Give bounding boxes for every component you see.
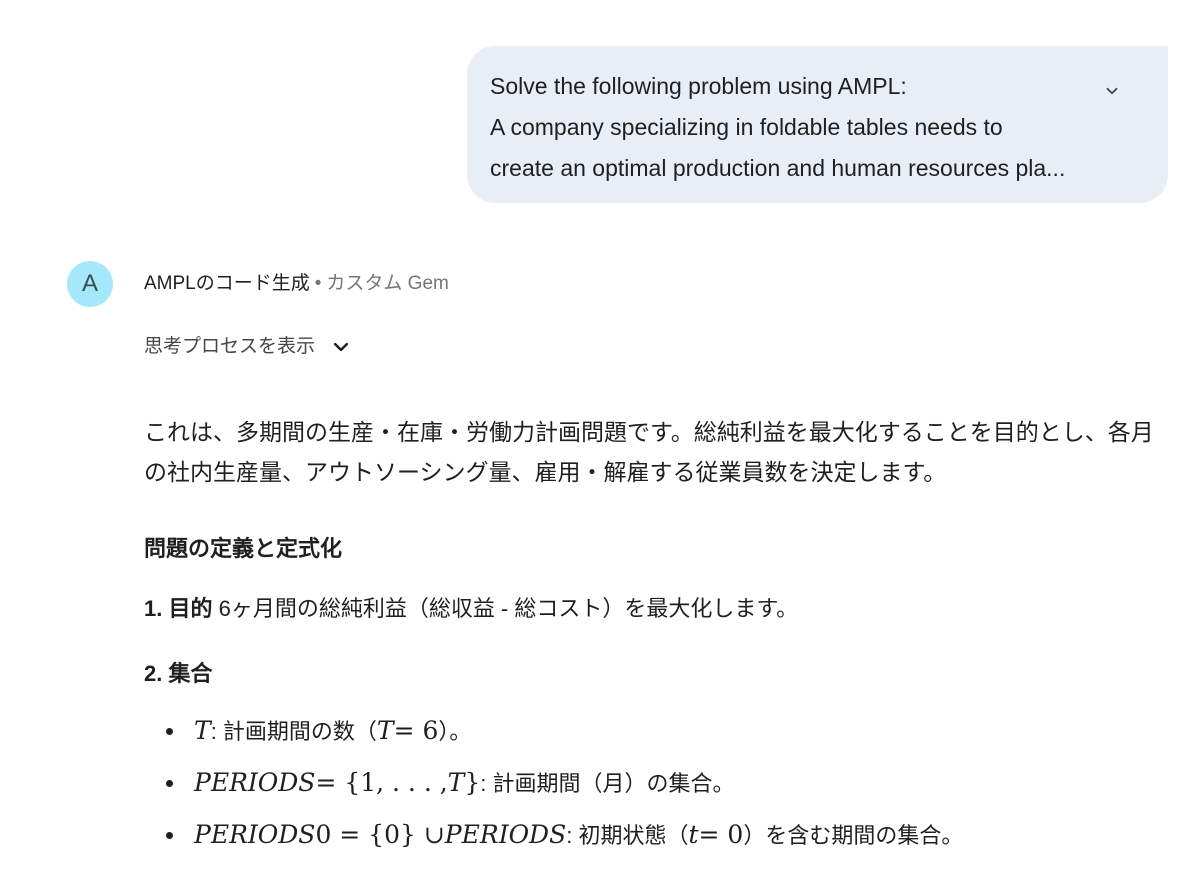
list-item: PERIODS = {1, . . . , T}: 計画期間（月）の集合。 [144,756,963,808]
set-description: : 計画期間（月）の集合。 [480,771,735,796]
user-prompt-line-3: create an optimal production and human r… [490,155,1066,181]
gem-avatar: A [67,261,113,307]
set-description: : 計画期間の数（ [210,719,377,744]
avatar-letter: A [81,270,98,297]
sets-list: T: 計画期間の数（ T = 6）。 PERIODS = {1, . . . , … [144,704,963,860]
math-symbol: t [688,819,699,849]
math-symbol: T [194,715,211,745]
set-description: : 初期状態（ [566,823,689,848]
chevron-down-icon [333,342,349,352]
math-symbol: PERIODS [194,767,316,797]
chevron-down-icon [1106,87,1118,95]
sets-heading: 2. 集合 [144,661,213,686]
section-heading: 問題の定義と定式化 [144,536,343,561]
show-thinking-label: 思考プロセスを表示 [144,336,316,357]
math-expression: 0 = {0} ∪ [315,819,445,849]
gem-name: AMPLのコード生成 [144,273,310,294]
set-description-end: ）を含む期間の集合。 [743,823,964,848]
math-expression: = 6 [393,715,439,745]
user-prompt-line-1: Solve the following problem using AMPL: [490,73,907,99]
user-prompt-bubble: Solve the following problem using AMPL: … [467,46,1168,203]
response-intro: これは、多期間の生産・在庫・労働力計画問題です。総純利益を最大化することを目的と… [144,419,1154,485]
list-item: PERIODS 0 = {0} ∪ PERIODS: 初期状態（ t = 0 ）を含む… [144,808,963,860]
set-description-end: ）。 [438,719,472,744]
list-item: T: 計画期間の数（ T = 6）。 [144,704,963,756]
gem-separator: • [314,273,322,294]
response-body: これは、多期間の生産・在庫・労働力計画問題です。総純利益を最大化することを目的と… [144,412,1174,849]
gem-type: カスタム Gem [326,273,449,294]
math-symbol: T [447,767,465,797]
math-expression: = 0 [698,819,744,849]
objective-text: 6ヶ月間の総純利益（総収益 - 総コスト）を最大化します。 [212,596,799,621]
user-prompt-line-2: A company specializing in foldable table… [490,114,1003,140]
show-thinking-button[interactable]: 思考プロセスを表示 [144,333,351,361]
gem-header: AMPLのコード生成 • カスタム Gem [144,270,449,298]
math-symbol: T [376,715,394,745]
expand-prompt-button[interactable] [1100,79,1124,103]
math-symbol: PERIODS [194,819,316,849]
math-symbol: PERIODS [444,819,567,849]
objective-paragraph: 1. 目的 6ヶ月間の総純利益（総収益 - 総コスト）を最大化します。 [144,593,798,625]
math-expression: } [464,767,481,797]
objective-label: 1. 目的 [144,596,213,621]
math-expression: = {1, . . . , [315,767,448,797]
